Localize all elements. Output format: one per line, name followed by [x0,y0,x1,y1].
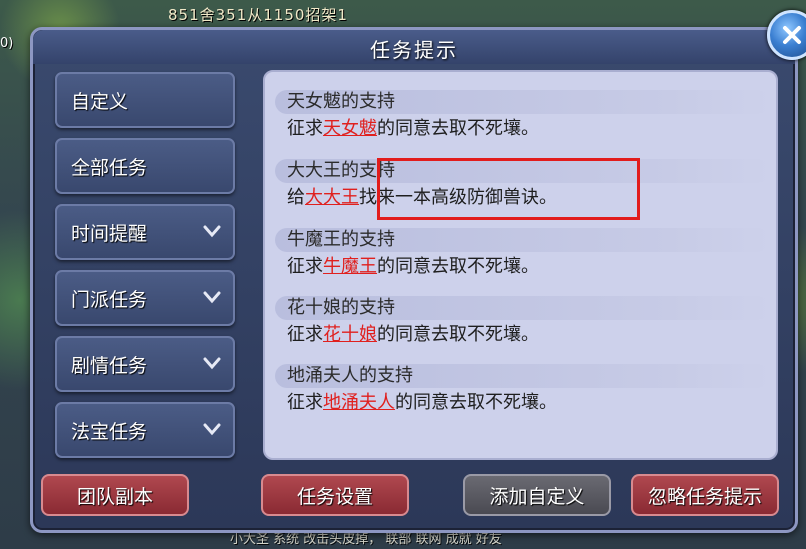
tab-treasure-tasks[interactable]: 法宝任务 [55,402,235,458]
desc-prefix: 给 [287,187,305,208]
chevron-down-icon [203,423,221,436]
tab-custom[interactable]: 自定义 [55,72,235,128]
close-icon [783,26,801,44]
tab-label: 法宝任务 [71,420,148,443]
desc-prefix: 征求 [287,118,323,139]
task-title: 牛魔王的支持 [275,228,770,252]
task-title: 天女魃的支持 [275,90,770,114]
npc-link[interactable]: 地涌夫人 [323,392,395,413]
chevron-down-icon [203,225,221,238]
task-entry[interactable]: 地涌夫人的支持 征求地涌夫人的同意去取不死壤。 [275,364,770,415]
tab-label: 时间提醒 [71,222,148,245]
task-list-panel: 天女魃的支持 征求天女魃的同意去取不死壤。 大大王的支持 给大大王找来一本高级防… [263,70,778,460]
task-prompt-dialog: 任务提示 自定义 全部任务 时间提醒 门派任务 剧情任务 法宝任务 天女魃的支持… [30,10,806,533]
tab-story-tasks[interactable]: 剧情任务 [55,336,235,392]
tab-all-tasks[interactable]: 全部任务 [55,138,235,194]
npc-link[interactable]: 牛魔王 [323,256,377,277]
npc-link[interactable]: 大大王 [305,187,359,208]
team-dungeon-button[interactable]: 团队副本 [41,474,189,516]
task-entry[interactable]: 牛魔王的支持 征求牛魔王的同意去取不死壤。 [275,228,770,279]
chevron-down-icon [203,291,221,304]
task-description: 征求花十娘的同意去取不死壤。 [275,323,770,347]
task-description: 征求地涌夫人的同意去取不死壤。 [275,391,770,415]
desc-prefix: 征求 [287,392,323,413]
tab-label: 全部任务 [71,156,148,179]
npc-link[interactable]: 天女魃 [323,118,377,139]
task-description: 征求天女魃的同意去取不死壤。 [275,117,770,141]
add-custom-button[interactable]: 添加自定义 [463,474,611,516]
desc-suffix: 的同意去取不死壤。 [377,256,539,277]
desc-suffix: 的同意去取不死壤。 [395,392,557,413]
scene-status-text: 851舍351从1150招架1 [168,6,348,24]
highlight-box [377,158,640,220]
task-entry[interactable]: 天女魃的支持 征求天女魃的同意去取不死壤。 [275,90,770,141]
task-entry[interactable]: 花十娘的支持 征求花十娘的同意去取不死壤。 [275,296,770,347]
task-title: 花十娘的支持 [275,296,770,320]
tab-time-reminder[interactable]: 时间提醒 [55,204,235,260]
tab-label: 门派任务 [71,288,148,311]
dialog-title: 任务提示 [370,38,458,62]
tab-sect-tasks[interactable]: 门派任务 [55,270,235,326]
desc-prefix: 征求 [287,324,323,345]
task-title: 地涌夫人的支持 [275,364,770,388]
ignore-task-prompt-button[interactable]: 忽略任务提示 [631,474,779,516]
desc-prefix: 征求 [287,256,323,277]
dialog-titlebar: 任务提示 [33,30,795,64]
tab-label: 自定义 [71,90,129,113]
task-description: 征求牛魔王的同意去取不死壤。 [275,255,770,279]
task-settings-button[interactable]: 任务设置 [261,474,409,516]
desc-suffix: 的同意去取不死壤。 [377,324,539,345]
npc-link[interactable]: 花十娘 [323,324,377,345]
desc-suffix: 的同意去取不死壤。 [377,118,539,139]
chevron-down-icon [203,357,221,370]
scene-left-text: 0) [0,36,14,51]
tab-label: 剧情任务 [71,354,148,377]
